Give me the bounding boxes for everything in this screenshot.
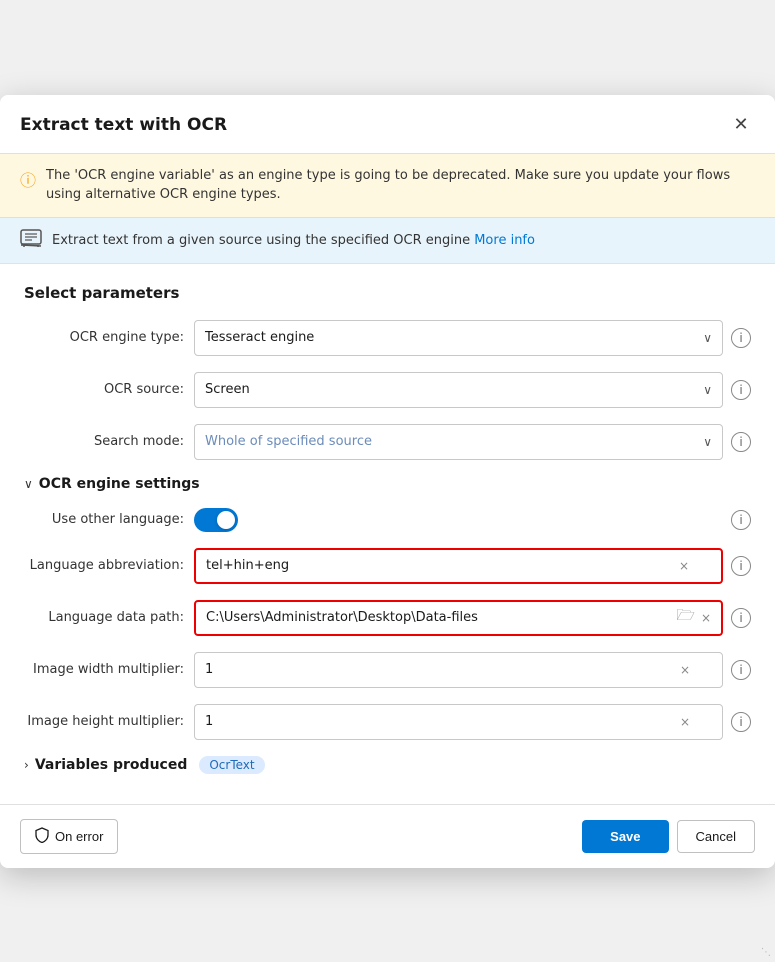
ocr-engine-type-control: Tesseract engine ∨ i <box>194 320 751 356</box>
variables-expand-icon: › <box>24 758 29 772</box>
search-mode-label: Search mode: <box>24 434 184 449</box>
language-abbreviation-control: tel+hin+eng × i <box>194 548 751 584</box>
search-mode-row: Search mode: Whole of specified source ∨… <box>24 424 751 460</box>
image-height-multiplier-control: 1 × i <box>194 704 751 740</box>
info-banner-text: Extract text from a given source using t… <box>52 233 535 248</box>
footer-left: On error <box>20 819 118 854</box>
image-height-multiplier-input[interactable]: 1 × <box>194 704 723 740</box>
dialog: Extract text with OCR ✕ ⓘ The 'OCR engin… <box>0 95 775 868</box>
warning-banner: ⓘ The 'OCR engine variable' as an engine… <box>0 154 775 218</box>
language-data-path-info-icon[interactable]: i <box>731 608 751 628</box>
ocr-source-row: OCR source: Screen ∨ i <box>24 372 751 408</box>
warning-text: The 'OCR engine variable' as an engine t… <box>46 166 755 205</box>
image-width-multiplier-input[interactable]: 1 × <box>194 652 723 688</box>
image-height-clear-icon[interactable]: × <box>680 715 690 729</box>
ocr-source-label: OCR source: <box>24 382 184 397</box>
language-data-path-row: Language data path: C:\Users\Administrat… <box>24 600 751 636</box>
ocr-engine-type-select[interactable]: Tesseract engine ∨ <box>194 320 723 356</box>
close-button[interactable]: ✕ <box>727 111 755 139</box>
folder-icon[interactable]: 🗁 <box>676 605 695 630</box>
image-height-multiplier-row: Image height multiplier: 1 × i <box>24 704 751 740</box>
dialog-title: Extract text with OCR <box>20 115 227 135</box>
engine-settings-title: OCR engine settings <box>39 476 200 492</box>
chevron-down-icon: ∨ <box>703 435 712 449</box>
use-other-language-label: Use other language: <box>24 512 184 527</box>
language-abbreviation-row: Language abbreviation: tel+hin+eng × i <box>24 548 751 584</box>
language-abbreviation-label: Language abbreviation: <box>24 558 184 573</box>
image-width-multiplier-row: Image width multiplier: 1 × i <box>24 652 751 688</box>
shield-icon <box>35 827 49 846</box>
image-height-multiplier-info-icon[interactable]: i <box>731 712 751 732</box>
image-width-multiplier-label: Image width multiplier: <box>24 662 184 677</box>
search-mode-control: Whole of specified source ∨ i <box>194 424 751 460</box>
variables-produced-label: Variables produced <box>35 757 188 773</box>
variables-produced-row: › Variables produced OcrText <box>24 756 751 774</box>
language-data-path-control: C:\Users\Administrator\Desktop\Data-file… <box>194 600 751 636</box>
dialog-footer: On error Save Cancel <box>0 804 775 868</box>
search-mode-info-icon[interactable]: i <box>731 432 751 452</box>
ocr-icon <box>20 229 42 252</box>
dialog-body: Select parameters OCR engine type: Tesse… <box>0 264 775 804</box>
info-banner: Extract text from a given source using t… <box>0 218 775 264</box>
ocr-engine-type-info-icon[interactable]: i <box>731 328 751 348</box>
language-data-path-input[interactable]: C:\Users\Administrator\Desktop\Data-file… <box>194 600 723 636</box>
ocr-source-select[interactable]: Screen ∨ <box>194 372 723 408</box>
dialog-header: Extract text with OCR ✕ <box>0 95 775 154</box>
image-width-multiplier-info-icon[interactable]: i <box>731 660 751 680</box>
select-parameters-title: Select parameters <box>24 284 751 302</box>
language-abbreviation-input[interactable]: tel+hin+eng × <box>194 548 723 584</box>
use-other-language-info-icon[interactable]: i <box>731 510 751 530</box>
ocr-source-control: Screen ∨ i <box>194 372 751 408</box>
on-error-button[interactable]: On error <box>20 819 118 854</box>
variables-badge: OcrText <box>199 756 264 774</box>
language-data-path-clear-icon[interactable]: × <box>701 611 711 625</box>
language-abbreviation-clear-icon[interactable]: × <box>679 559 689 573</box>
image-height-multiplier-label: Image height multiplier: <box>24 714 184 729</box>
cancel-button[interactable]: Cancel <box>677 820 755 853</box>
variables-produced-toggle[interactable]: › Variables produced <box>24 757 187 773</box>
image-width-clear-icon[interactable]: × <box>680 663 690 677</box>
use-other-language-toggle[interactable] <box>194 508 238 532</box>
more-info-link[interactable]: More info <box>474 233 535 248</box>
chevron-down-icon: ∨ <box>703 331 712 345</box>
ocr-source-info-icon[interactable]: i <box>731 380 751 400</box>
ocr-engine-type-label: OCR engine type: <box>24 330 184 345</box>
footer-right: Save Cancel <box>582 820 755 853</box>
use-other-language-row: Use other language: i <box>24 508 751 532</box>
chevron-down-icon: ∨ <box>703 383 712 397</box>
toggle-thumb <box>217 511 235 529</box>
language-data-path-label: Language data path: <box>24 610 184 625</box>
search-mode-select[interactable]: Whole of specified source ∨ <box>194 424 723 460</box>
warning-icon: ⓘ <box>20 167 36 191</box>
image-width-multiplier-control: 1 × i <box>194 652 751 688</box>
use-other-language-control: i <box>194 508 751 532</box>
engine-settings-toggle[interactable]: ∨ OCR engine settings <box>24 476 751 492</box>
save-button[interactable]: Save <box>582 820 668 853</box>
collapse-icon: ∨ <box>24 477 33 491</box>
language-abbreviation-info-icon[interactable]: i <box>731 556 751 576</box>
ocr-engine-type-row: OCR engine type: Tesseract engine ∨ i <box>24 320 751 356</box>
